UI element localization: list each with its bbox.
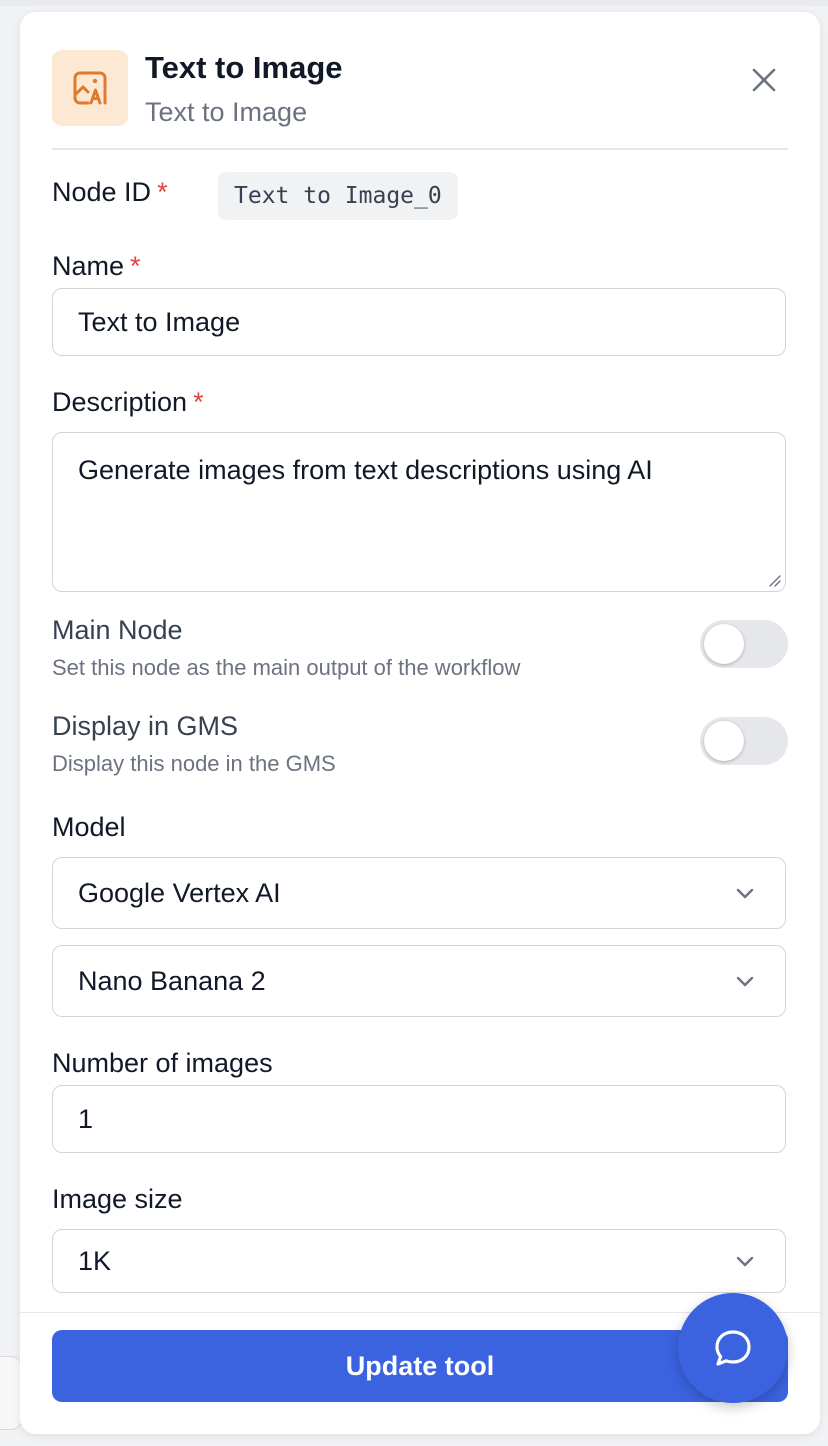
toggle-knob [704, 721, 744, 761]
node-settings-panel: Text to Image Text to Image Node ID * Tex… [20, 12, 820, 1434]
description-textarea[interactable]: Generate images from text descriptions u… [52, 432, 786, 592]
close-icon [752, 68, 776, 92]
image-size-select[interactable]: 1K [52, 1229, 786, 1293]
chevron-down-icon [736, 976, 754, 987]
main-node-description: Set this node as the main output of the … [52, 655, 521, 680]
image-size-label: Image size [52, 1184, 183, 1214]
required-mark: * [157, 177, 168, 207]
chevron-down-icon [736, 888, 754, 899]
resize-handle-icon[interactable] [767, 573, 781, 587]
description-label: Description * [52, 387, 204, 417]
image-ai-icon [52, 50, 128, 126]
display-in-gms-title: Display in GMS [52, 711, 239, 741]
name-input[interactable]: Text to Image [52, 288, 786, 356]
main-node-title: Main Node [52, 615, 183, 645]
node-id-value: Text to Image_0 [218, 172, 458, 220]
model-label: Model [52, 812, 126, 842]
number-of-images-label: Number of images [52, 1048, 273, 1078]
header-divider [52, 148, 788, 150]
panel-subtitle: Text to Image [145, 97, 308, 127]
backdrop-top-strip [0, 0, 828, 6]
name-label: Name * [52, 251, 141, 281]
model-provider-select[interactable]: Google Vertex AI [52, 857, 786, 929]
number-of-images-input[interactable]: 1 [52, 1085, 786, 1153]
panel-header: Text to Image Text to Image [52, 50, 788, 150]
main-node-toggle[interactable] [700, 620, 788, 668]
node-id-label: Node ID * [52, 177, 168, 207]
close-button[interactable] [742, 58, 786, 102]
chat-bubble-icon [715, 1330, 751, 1366]
model-name-select[interactable]: Nano Banana 2 [52, 945, 786, 1017]
chevron-down-icon [736, 1256, 754, 1267]
display-in-gms-toggle[interactable] [700, 717, 788, 765]
chat-button[interactable] [678, 1293, 788, 1403]
panel-title: Text to Image [145, 50, 343, 85]
required-mark: * [130, 251, 141, 281]
toggle-knob [704, 624, 744, 664]
required-mark: * [193, 387, 204, 417]
display-in-gms-description: Display this node in the GMS [52, 751, 336, 776]
